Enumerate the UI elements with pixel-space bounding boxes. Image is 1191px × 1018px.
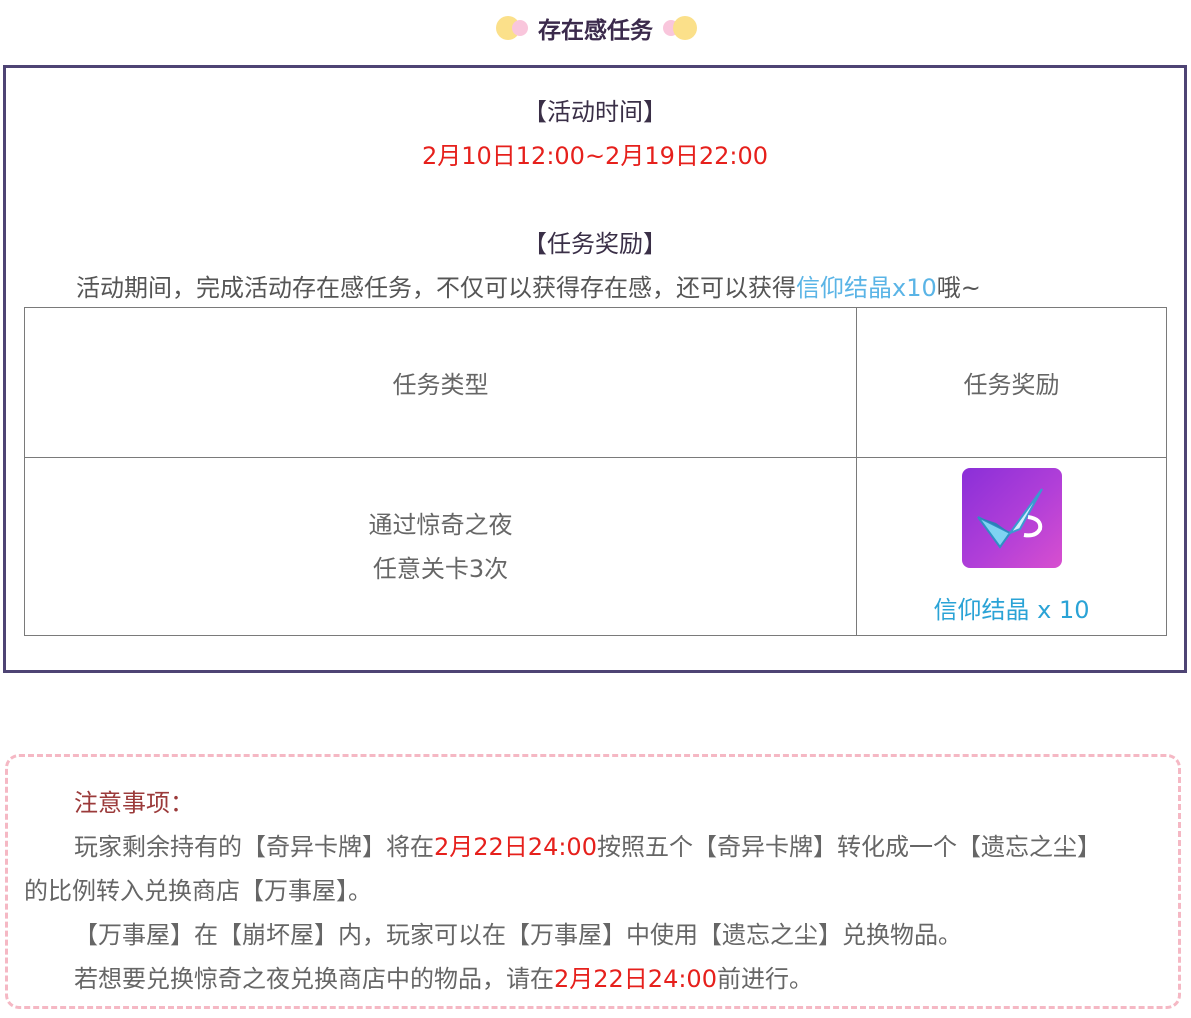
time-range: 2月10日12:00~2月19日22:00 — [421, 142, 769, 170]
table-header-row: 任务类型 任务奖励 — [24, 306, 1167, 459]
intro-text: 活动期间，完成活动存在感任务，不仅可以获得存在感，还可以获得信仰结晶x10哦~ — [76, 274, 981, 302]
header-task-type: 任务类型 — [24, 306, 857, 459]
header-task-reward: 任务奖励 — [856, 306, 1167, 459]
notice-paragraph-3: 若想要兑换惊奇之夜兑换商店中的物品，请在2月22日24:00前进行。 — [74, 965, 813, 993]
deadline-date: 2月22日24:00 — [434, 833, 597, 861]
section-title: 存在感任务 — [538, 18, 653, 44]
notice-title: 注意事项： — [74, 789, 194, 817]
task-table: 任务类型 任务奖励 通过惊奇之夜 任意关卡3次 信仰结晶 x 10 — [24, 306, 1167, 636]
reward-label: 信仰结晶 x 10 — [933, 596, 1090, 625]
yellow-pink-dots-icon — [496, 15, 528, 41]
reward-heading: 【任务奖励】 — [523, 230, 667, 258]
event-info-box: 【活动时间】 2月10日12:00~2月19日22:00 【任务奖励】 活动期间… — [3, 65, 1187, 673]
faith-crystal-icon — [961, 468, 1062, 569]
deadline-date: 2月22日24:00 — [554, 965, 717, 993]
task-line-1: 通过惊奇之夜 — [368, 510, 513, 539]
section-header: 存在感任务 — [0, 8, 1191, 48]
notice-paragraph-1-cont: 的比例转入兑换商店【万事屋】。 — [24, 877, 372, 905]
reward-cell: 信仰结晶 x 10 — [856, 457, 1167, 636]
table-row: 通过惊奇之夜 任意关卡3次 信仰结晶 x 10 — [24, 457, 1167, 636]
notice-paragraph-2: 【万事屋】在【崩坏屋】内，玩家可以在【万事屋】中使用【遗忘之尘】兑换物品。 — [74, 921, 962, 949]
notice-paragraph-1: 玩家剩余持有的【奇异卡牌】将在2月22日24:00按照五个【奇异卡牌】转化成一个… — [74, 833, 1101, 861]
task-type-cell: 通过惊奇之夜 任意关卡3次 — [24, 457, 857, 636]
pink-yellow-dots-icon — [663, 15, 697, 41]
intro-highlight: 信仰结晶x10 — [796, 274, 937, 302]
notice-box: 注意事项： 玩家剩余持有的【奇异卡牌】将在2月22日24:00按照五个【奇异卡牌… — [5, 754, 1181, 1009]
task-line-2: 任意关卡3次 — [372, 554, 509, 583]
time-heading: 【活动时间】 — [523, 98, 667, 126]
